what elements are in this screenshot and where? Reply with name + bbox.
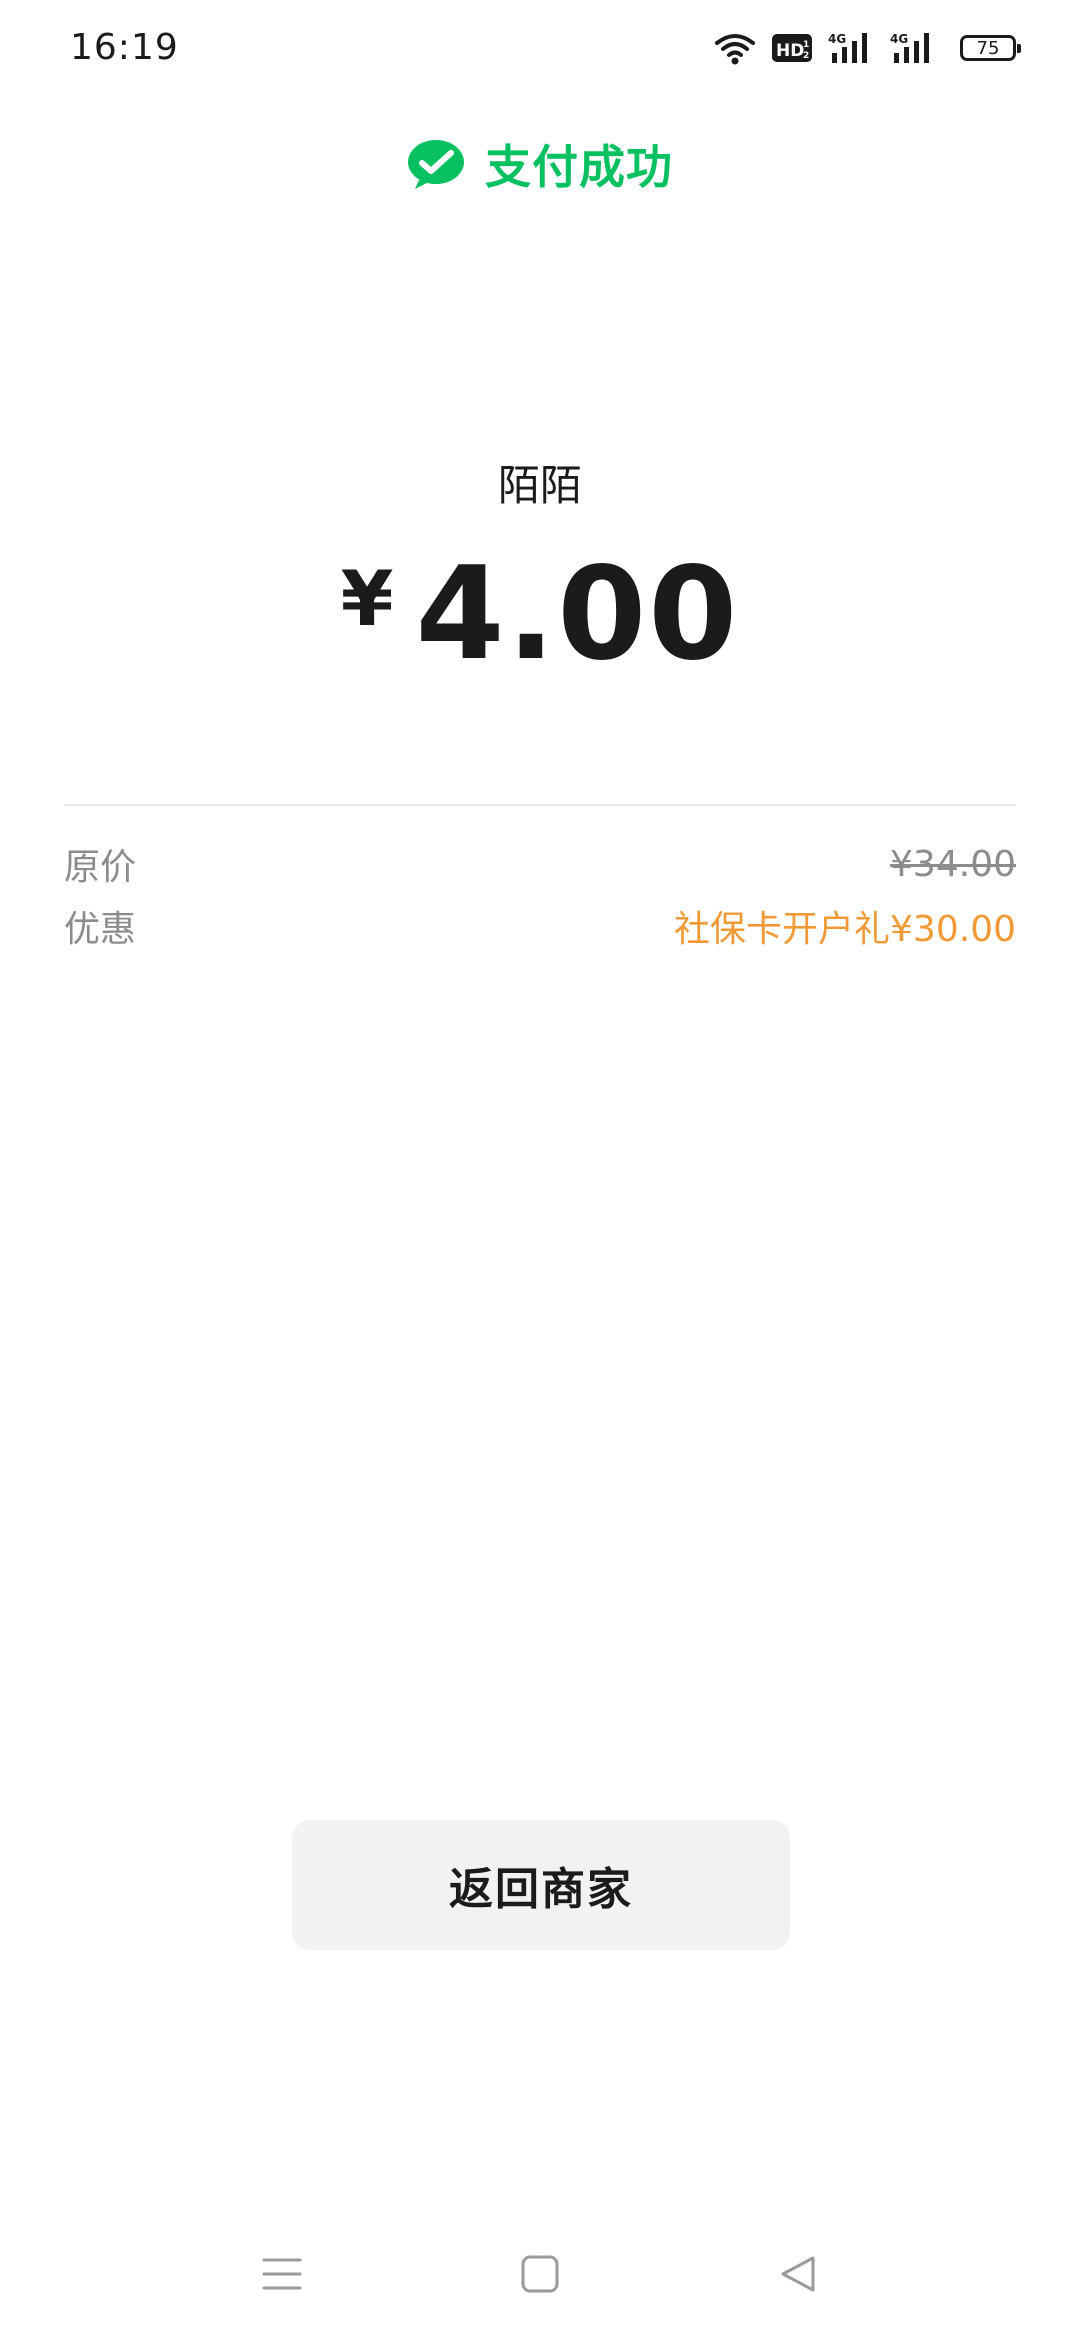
signal-4g-icon: 4G bbox=[828, 31, 874, 65]
original-price-value: ¥34.00 bbox=[890, 843, 1016, 885]
divider bbox=[64, 804, 1016, 806]
amount-value: 4.00 bbox=[415, 540, 740, 689]
menu-icon bbox=[262, 2258, 302, 2290]
svg-text:2: 2 bbox=[803, 51, 809, 61]
wechat-pay-icon bbox=[408, 140, 464, 189]
network-label-1: 4G bbox=[828, 32, 846, 46]
return-to-merchant-button[interactable]: 返回商家 bbox=[292, 1820, 790, 1950]
nav-back-button[interactable] bbox=[756, 2232, 840, 2316]
navigation-bar bbox=[0, 2232, 1080, 2316]
discount-label: 优惠 bbox=[64, 909, 137, 950]
currency-symbol: ¥ bbox=[340, 554, 394, 643]
battery-level: 75 bbox=[976, 38, 1000, 59]
discount-value: 社保卡开户礼¥30.00 bbox=[674, 909, 1016, 950]
wifi-icon bbox=[714, 31, 756, 65]
payment-success-header: 支付成功 bbox=[0, 128, 1080, 200]
merchant-name: 陌陌 bbox=[497, 461, 582, 510]
page-title: 支付成功 bbox=[485, 140, 673, 194]
hd-icon: HD 1 2 bbox=[772, 32, 812, 64]
svg-text:1: 1 bbox=[803, 40, 809, 50]
status-icons: HD 1 2 4G 4G 75 bbox=[714, 28, 1021, 68]
signal-4g-icon: 4G bbox=[890, 31, 936, 65]
svg-text:HD: HD bbox=[776, 41, 804, 61]
status-time: 16:19 bbox=[70, 27, 179, 68]
payment-amount: ¥ 4.00 bbox=[0, 540, 1080, 690]
home-icon bbox=[521, 2255, 559, 2293]
back-icon bbox=[781, 2256, 815, 2292]
original-price-row: 原价 ¥34.00 bbox=[64, 836, 1016, 892]
nav-home-button[interactable] bbox=[498, 2232, 582, 2316]
original-price-label: 原价 bbox=[64, 847, 137, 888]
discount-row: 优惠 社保卡开户礼¥30.00 bbox=[64, 898, 1016, 954]
battery-icon: 75 bbox=[960, 35, 1021, 61]
status-bar: 16:19 HD 1 2 4G 4G 75 bbox=[0, 0, 1080, 96]
nav-menu-button[interactable] bbox=[240, 2232, 324, 2316]
network-label-2: 4G bbox=[890, 32, 908, 46]
